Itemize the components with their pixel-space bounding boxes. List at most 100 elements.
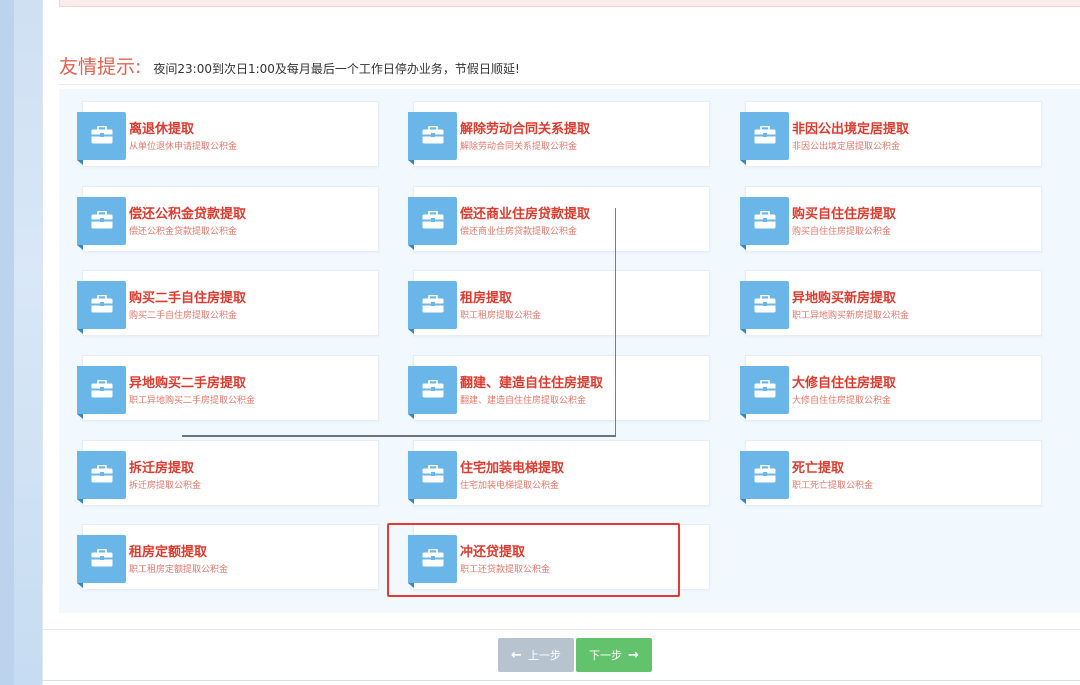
withdrawal-card[interactable]: 非因公出境定居提取非因公出境定居提取公积金 (740, 101, 1042, 167)
briefcase-svg (91, 380, 113, 398)
briefcase-svg (91, 549, 113, 567)
prev-step-label: 上一步 (527, 649, 561, 662)
tip-label: 友情提示: (59, 56, 142, 78)
arrow-left-icon: ← (511, 647, 522, 663)
briefcase-svg (422, 295, 444, 313)
sidebar-stripe (0, 0, 14, 685)
briefcase-svg (754, 380, 776, 398)
card-title: 偿还商业住房贷款提取 (460, 207, 591, 222)
card-title: 拆迁房提取 (129, 461, 195, 476)
card-subtitle: 职工租房提取公积金 (460, 311, 542, 321)
card-title: 异地购买新房提取 (792, 291, 897, 306)
annotation-line-horizontal (182, 435, 616, 437)
briefcase-svg (422, 465, 444, 483)
card-title: 大修自住住房提取 (792, 376, 897, 391)
briefcase-icon (77, 366, 126, 419)
briefcase-icon (408, 451, 457, 504)
briefcase-icon (740, 451, 789, 504)
card-subtitle: 职工异地购买二手房提取公积金 (129, 396, 256, 406)
tip-divider (59, 84, 1080, 85)
briefcase-svg (91, 126, 113, 144)
card-subtitle: 职工还贷款提取公积金 (460, 565, 551, 575)
withdrawal-card[interactable]: 租房定额提取 职工租房定额提取公积金 (77, 524, 379, 590)
withdrawal-card[interactable]: 购买二手自住房提取购买二手自住房提取公积金 (77, 270, 379, 336)
briefcase-svg (754, 211, 776, 229)
briefcase-svg (754, 295, 776, 313)
card-title: 住宅加装电梯提取 (460, 461, 565, 476)
withdrawal-card[interactable]: 偿还公积金贷款提取偿还公积金贷款提取公积金 (77, 186, 379, 252)
withdrawal-card[interactable]: 异地购买二手房提取职工异地购买二手房提取公积金 (77, 355, 379, 421)
tip-text: 夜间23:00到次日1:00及每月最后一个工作日停办业务，节假日顺延! (153, 62, 520, 76)
briefcase-icon (77, 112, 126, 165)
card-title: 购买自住住房提取 (792, 207, 897, 222)
briefcase-svg (422, 380, 444, 398)
withdrawal-card[interactable]: 住宅加装电梯提取住宅加装电梯提取公积金 (408, 440, 710, 506)
card-subtitle: 住宅加装电梯提取公积金 (460, 481, 560, 491)
briefcase-icon (740, 366, 789, 419)
card-title: 非因公出境定居提取 (792, 122, 910, 137)
briefcase-svg (91, 295, 113, 313)
card-title: 异地购买二手房提取 (129, 376, 247, 391)
withdrawal-card[interactable]: 死亡提取职工死亡提取公积金 (740, 440, 1042, 506)
card-title: 租房提取 (460, 291, 513, 306)
card-title: 租房定额提取 (129, 545, 208, 560)
card-title: 死亡提取 (792, 461, 845, 476)
left-sidebar-background (0, 0, 42, 685)
card-subtitle: 职工异地购买新房提取公积金 (792, 311, 910, 321)
withdrawal-card[interactable]: 解除劳动合同关系提取解除劳动合同关系提取公积金 (408, 101, 710, 167)
card-subtitle: 偿还公积金贷款提取公积金 (129, 227, 238, 237)
withdrawal-card[interactable]: 大修自住住房提取大修自住住房提取公积金 (740, 355, 1042, 421)
card-title: 偿还公积金贷款提取 (129, 207, 247, 222)
card-subtitle: 拆迁房提取公积金 (129, 481, 202, 491)
withdrawal-card[interactable]: 偿还商业住房贷款提取偿还商业住房贷款提取公积金 (408, 186, 710, 252)
card-subtitle: 大修自住住房提取公积金 (792, 396, 892, 406)
withdrawal-card[interactable]: 异地购买新房提取职工异地购买新房提取公积金 (740, 270, 1042, 336)
briefcase-svg (754, 465, 776, 483)
alert-strip (59, 0, 1080, 7)
briefcase-icon (740, 112, 789, 165)
arrow-right-icon: → (628, 647, 639, 663)
withdrawal-card[interactable]: 离退休提取 从单位退休申请提取公积金 (77, 101, 379, 167)
friendly-tip: 友情提示: 夜间23:00到次日1:00及每月最后一个工作日停办业务，节假日顺延… (59, 52, 520, 78)
withdrawal-card[interactable]: 翻建、建造自住住房提取翻建、建造自住住房提取公积金 (408, 355, 710, 421)
briefcase-icon (408, 535, 457, 588)
card-subtitle: 职工死亡提取公积金 (792, 481, 874, 491)
card-title: 购买二手自住房提取 (129, 291, 247, 306)
briefcase-icon (740, 281, 789, 334)
briefcase-icon (408, 366, 457, 419)
next-step-button[interactable]: 下一步 → (576, 638, 652, 672)
card-subtitle: 非因公出境定居提取公积金 (792, 142, 901, 152)
briefcase-icon (740, 197, 789, 250)
card-subtitle: 从单位退休申请提取公积金 (129, 142, 238, 152)
bottom-border (42, 680, 1080, 681)
briefcase-icon (408, 112, 457, 165)
briefcase-svg (91, 465, 113, 483)
annotation-line-vertical (615, 208, 616, 436)
card-subtitle: 购买自住住房提取公积金 (792, 227, 892, 237)
briefcase-svg (754, 126, 776, 144)
footer-divider (42, 629, 1080, 630)
briefcase-svg (422, 126, 444, 144)
card-subtitle: 解除劳动合同关系提取公积金 (460, 142, 578, 152)
card-subtitle: 购买二手自住房提取公积金 (129, 311, 238, 321)
card-title: 冲还贷提取 (460, 545, 526, 560)
withdrawal-card[interactable]: 冲还贷提取职工还贷款提取公积金 (408, 524, 710, 590)
card-title: 翻建、建造自住住房提取 (460, 376, 604, 391)
briefcase-svg (422, 211, 444, 229)
briefcase-icon (77, 535, 126, 588)
briefcase-icon (408, 281, 457, 334)
briefcase-svg (91, 211, 113, 229)
briefcase-icon (408, 197, 457, 250)
card-title: 解除劳动合同关系提取 (460, 122, 591, 137)
next-step-label: 下一步 (589, 649, 623, 662)
briefcase-icon (77, 451, 126, 504)
withdrawal-card[interactable]: 购买自住住房提取购买自住住房提取公积金 (740, 186, 1042, 252)
briefcase-icon (77, 197, 126, 250)
briefcase-svg (422, 549, 444, 567)
card-subtitle: 偿还商业住房贷款提取公积金 (460, 227, 578, 237)
withdrawal-card[interactable]: 租房提取职工租房提取公积金 (408, 270, 710, 336)
card-subtitle: 翻建、建造自住住房提取公积金 (460, 396, 587, 406)
withdrawal-card[interactable]: 拆迁房提取拆迁房提取公积金 (77, 440, 379, 506)
briefcase-icon (77, 281, 126, 334)
prev-step-button[interactable]: ← 上一步 (498, 638, 574, 672)
